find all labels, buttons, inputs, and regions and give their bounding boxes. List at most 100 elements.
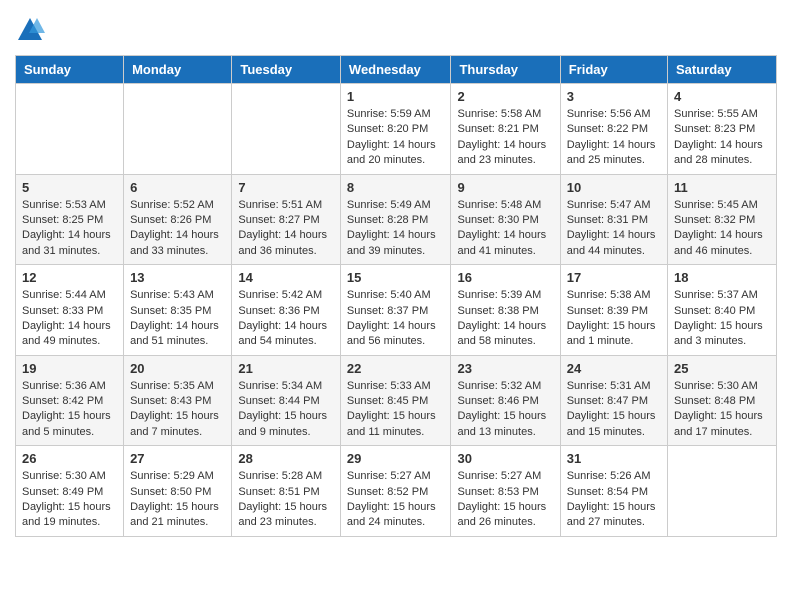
day-number: 22 <box>347 361 445 376</box>
day-number: 17 <box>567 270 661 285</box>
calendar-cell: 8 Sunrise: 5:49 AM Sunset: 8:28 PM Daylig… <box>340 174 451 265</box>
calendar-cell: 4 Sunrise: 5:55 AM Sunset: 8:23 PM Daylig… <box>668 84 777 175</box>
day-info: Sunrise: 5:47 AM Sunset: 8:31 PM Dayligh… <box>567 198 661 260</box>
day-number: 10 <box>567 180 661 195</box>
day-info: Sunrise: 5:33 AM Sunset: 8:45 PM Dayligh… <box>347 379 445 441</box>
day-number: 6 <box>130 180 225 195</box>
calendar-cell: 2 Sunrise: 5:58 AM Sunset: 8:21 PM Daylig… <box>451 84 560 175</box>
day-number: 29 <box>347 451 445 466</box>
day-info: Sunrise: 5:49 AM Sunset: 8:28 PM Dayligh… <box>347 198 445 260</box>
day-info: Sunrise: 5:48 AM Sunset: 8:30 PM Dayligh… <box>457 198 553 260</box>
logo-icon <box>15 15 45 45</box>
day-info: Sunrise: 5:39 AM Sunset: 8:38 PM Dayligh… <box>457 288 553 350</box>
day-info: Sunrise: 5:38 AM Sunset: 8:39 PM Dayligh… <box>567 288 661 350</box>
calendar-cell: 9 Sunrise: 5:48 AM Sunset: 8:30 PM Daylig… <box>451 174 560 265</box>
day-number: 2 <box>457 89 553 104</box>
calendar: SundayMondayTuesdayWednesdayThursdayFrid… <box>15 55 777 537</box>
day-number: 3 <box>567 89 661 104</box>
day-number: 12 <box>22 270 117 285</box>
weekday-header: Saturday <box>668 56 777 84</box>
day-number: 31 <box>567 451 661 466</box>
day-number: 13 <box>130 270 225 285</box>
day-info: Sunrise: 5:53 AM Sunset: 8:25 PM Dayligh… <box>22 198 117 260</box>
day-number: 24 <box>567 361 661 376</box>
day-number: 9 <box>457 180 553 195</box>
day-info: Sunrise: 5:58 AM Sunset: 8:21 PM Dayligh… <box>457 107 553 169</box>
calendar-cell: 31Sunrise: 5:26 AM Sunset: 8:54 PM Dayli… <box>560 446 667 537</box>
calendar-cell: 10 Sunrise: 5:47 AM Sunset: 8:31 PM Dayli… <box>560 174 667 265</box>
calendar-cell <box>16 84 124 175</box>
calendar-week-row: 5 Sunrise: 5:53 AM Sunset: 8:25 PM Daylig… <box>16 174 777 265</box>
calendar-cell: 29 Sunrise: 5:27 AM Sunset: 8:52 PM Dayli… <box>340 446 451 537</box>
day-info: Sunrise: 5:56 AM Sunset: 8:22 PM Dayligh… <box>567 107 661 169</box>
day-info: Sunrise: 5:51 AM Sunset: 8:27 PM Dayligh… <box>238 198 334 260</box>
day-info: Sunrise: 5:40 AM Sunset: 8:37 PM Dayligh… <box>347 288 445 350</box>
day-info: Sunrise: 5:42 AM Sunset: 8:36 PM Dayligh… <box>238 288 334 350</box>
day-number: 1 <box>347 89 445 104</box>
calendar-cell: 14 Sunrise: 5:42 AM Sunset: 8:36 PM Dayli… <box>232 265 341 356</box>
weekday-header: Wednesday <box>340 56 451 84</box>
day-info: Sunrise: 5:55 AM Sunset: 8:23 PM Dayligh… <box>674 107 770 169</box>
day-number: 23 <box>457 361 553 376</box>
weekday-header: Sunday <box>16 56 124 84</box>
day-number: 7 <box>238 180 334 195</box>
day-number: 27 <box>130 451 225 466</box>
calendar-cell: 16Sunrise: 5:39 AM Sunset: 8:38 PM Dayli… <box>451 265 560 356</box>
calendar-cell <box>668 446 777 537</box>
calendar-cell: 19 Sunrise: 5:36 AM Sunset: 8:42 PM Dayli… <box>16 355 124 446</box>
day-info: Sunrise: 5:37 AM Sunset: 8:40 PM Dayligh… <box>674 288 770 350</box>
calendar-cell: 17 Sunrise: 5:38 AM Sunset: 8:39 PM Dayli… <box>560 265 667 356</box>
day-number: 19 <box>22 361 117 376</box>
calendar-cell: 6Sunrise: 5:52 AM Sunset: 8:26 PM Daylig… <box>124 174 232 265</box>
weekday-header: Monday <box>124 56 232 84</box>
calendar-cell: 12 Sunrise: 5:44 AM Sunset: 8:33 PM Dayli… <box>16 265 124 356</box>
day-number: 4 <box>674 89 770 104</box>
calendar-cell <box>124 84 232 175</box>
page-header <box>15 15 777 45</box>
day-number: 25 <box>674 361 770 376</box>
weekday-header: Tuesday <box>232 56 341 84</box>
calendar-cell: 25Sunrise: 5:30 AM Sunset: 8:48 PM Dayli… <box>668 355 777 446</box>
day-info: Sunrise: 5:36 AM Sunset: 8:42 PM Dayligh… <box>22 379 117 441</box>
day-number: 5 <box>22 180 117 195</box>
calendar-week-row: 19 Sunrise: 5:36 AM Sunset: 8:42 PM Dayli… <box>16 355 777 446</box>
calendar-cell: 15Sunrise: 5:40 AM Sunset: 8:37 PM Dayli… <box>340 265 451 356</box>
calendar-cell: 1 Sunrise: 5:59 AM Sunset: 8:20 PM Daylig… <box>340 84 451 175</box>
calendar-cell: 23Sunrise: 5:32 AM Sunset: 8:46 PM Dayli… <box>451 355 560 446</box>
day-number: 26 <box>22 451 117 466</box>
day-number: 18 <box>674 270 770 285</box>
day-number: 8 <box>347 180 445 195</box>
calendar-week-row: 26 Sunrise: 5:30 AM Sunset: 8:49 PM Dayli… <box>16 446 777 537</box>
calendar-cell: 24 Sunrise: 5:31 AM Sunset: 8:47 PM Dayli… <box>560 355 667 446</box>
calendar-cell: 28Sunrise: 5:28 AM Sunset: 8:51 PM Dayli… <box>232 446 341 537</box>
calendar-cell: 21Sunrise: 5:34 AM Sunset: 8:44 PM Dayli… <box>232 355 341 446</box>
day-number: 20 <box>130 361 225 376</box>
day-info: Sunrise: 5:31 AM Sunset: 8:47 PM Dayligh… <box>567 379 661 441</box>
day-info: Sunrise: 5:29 AM Sunset: 8:50 PM Dayligh… <box>130 469 225 531</box>
day-number: 14 <box>238 270 334 285</box>
calendar-cell: 3 Sunrise: 5:56 AM Sunset: 8:22 PM Daylig… <box>560 84 667 175</box>
day-info: Sunrise: 5:35 AM Sunset: 8:43 PM Dayligh… <box>130 379 225 441</box>
day-info: Sunrise: 5:44 AM Sunset: 8:33 PM Dayligh… <box>22 288 117 350</box>
day-info: Sunrise: 5:28 AM Sunset: 8:51 PM Dayligh… <box>238 469 334 531</box>
weekday-header: Friday <box>560 56 667 84</box>
day-info: Sunrise: 5:59 AM Sunset: 8:20 PM Dayligh… <box>347 107 445 169</box>
calendar-week-row: 12 Sunrise: 5:44 AM Sunset: 8:33 PM Dayli… <box>16 265 777 356</box>
day-info: Sunrise: 5:45 AM Sunset: 8:32 PM Dayligh… <box>674 198 770 260</box>
calendar-cell: 26 Sunrise: 5:30 AM Sunset: 8:49 PM Dayli… <box>16 446 124 537</box>
day-info: Sunrise: 5:27 AM Sunset: 8:52 PM Dayligh… <box>347 469 445 531</box>
calendar-cell: 7 Sunrise: 5:51 AM Sunset: 8:27 PM Daylig… <box>232 174 341 265</box>
day-info: Sunrise: 5:30 AM Sunset: 8:49 PM Dayligh… <box>22 469 117 531</box>
calendar-cell: 18 Sunrise: 5:37 AM Sunset: 8:40 PM Dayli… <box>668 265 777 356</box>
calendar-cell: 30 Sunrise: 5:27 AM Sunset: 8:53 PM Dayli… <box>451 446 560 537</box>
weekday-header-row: SundayMondayTuesdayWednesdayThursdayFrid… <box>16 56 777 84</box>
calendar-cell: 20 Sunrise: 5:35 AM Sunset: 8:43 PM Dayli… <box>124 355 232 446</box>
day-info: Sunrise: 5:43 AM Sunset: 8:35 PM Dayligh… <box>130 288 225 350</box>
calendar-cell: 5 Sunrise: 5:53 AM Sunset: 8:25 PM Daylig… <box>16 174 124 265</box>
day-number: 11 <box>674 180 770 195</box>
day-number: 30 <box>457 451 553 466</box>
day-info: Sunrise: 5:27 AM Sunset: 8:53 PM Dayligh… <box>457 469 553 531</box>
calendar-cell: 11 Sunrise: 5:45 AM Sunset: 8:32 PM Dayli… <box>668 174 777 265</box>
calendar-cell: 22 Sunrise: 5:33 AM Sunset: 8:45 PM Dayli… <box>340 355 451 446</box>
calendar-week-row: 1 Sunrise: 5:59 AM Sunset: 8:20 PM Daylig… <box>16 84 777 175</box>
